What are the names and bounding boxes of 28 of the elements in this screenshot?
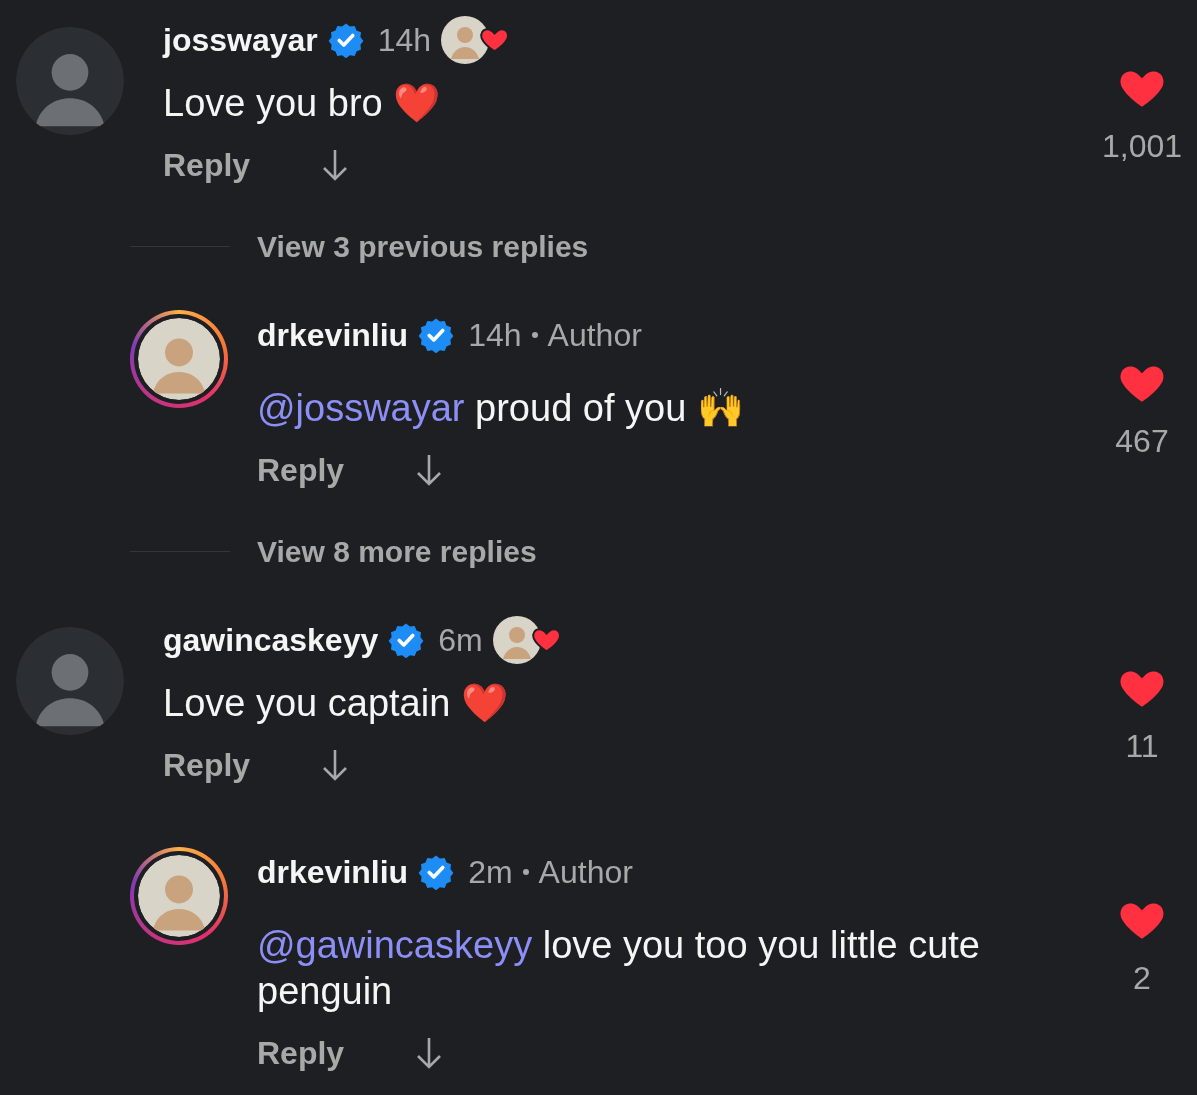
- reply-button[interactable]: Reply: [257, 446, 345, 494]
- timestamp: 6m: [438, 621, 483, 660]
- timestamp: 14h: [468, 316, 522, 355]
- avatar[interactable]: [16, 627, 124, 735]
- author-label: Author: [547, 316, 642, 355]
- timestamp: 14h: [377, 21, 432, 60]
- comment-text: @gawincaskeyy love you too you little cute penguin: [257, 923, 981, 1014]
- author-label: Author: [538, 853, 633, 892]
- reply-button[interactable]: Reply: [163, 141, 251, 189]
- timestamp: 2m: [468, 853, 513, 892]
- view-replies-link[interactable]: View 8 more replies: [257, 528, 537, 574]
- mention-link[interactable]: @josswayar: [257, 387, 465, 429]
- comment-text: Love you bro ❤: [163, 81, 442, 126]
- reply-button[interactable]: Reply: [257, 1029, 345, 1077]
- like-count: 467: [1115, 422, 1169, 461]
- comment-text: Love you captain ❤: [163, 681, 509, 726]
- username[interactable]: josswayar: [163, 16, 318, 64]
- like-count: 2: [1133, 959, 1151, 998]
- view-replies-link[interactable]: View 3 previous replies: [257, 223, 589, 269]
- comment-text: @josswayar proud of you 🙌: [257, 386, 745, 431]
- avatar[interactable]: [16, 27, 124, 135]
- username[interactable]: gawincaskeyy: [163, 616, 379, 664]
- reply-button[interactable]: Reply: [163, 741, 251, 789]
- mention-link[interactable]: @gawincaskeyy: [257, 924, 533, 966]
- like-count: 11: [1125, 727, 1159, 766]
- like-count: 1,001: [1101, 127, 1183, 166]
- username[interactable]: drkevinliu: [257, 848, 409, 896]
- username[interactable]: drkevinliu: [257, 311, 409, 359]
